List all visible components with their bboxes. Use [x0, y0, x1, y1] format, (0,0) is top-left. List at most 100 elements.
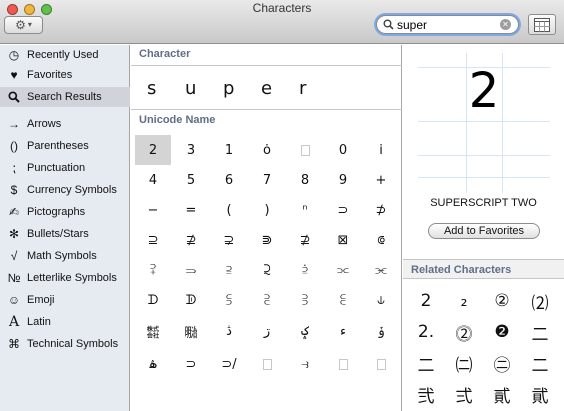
clear-search-icon[interactable]: ✕ [500, 19, 511, 30]
character-cell[interactable]: 1 [211, 135, 247, 165]
sidebar-item-currency-symbols[interactable]: $ Currency Symbols [0, 180, 130, 200]
character-cell[interactable] [249, 349, 285, 379]
character-cell[interactable]: 3 [173, 135, 209, 165]
typed-character[interactable]: r [299, 78, 306, 99]
character-palette-button[interactable] [528, 14, 556, 35]
typed-character[interactable]: u [185, 78, 196, 99]
character-cell[interactable]: ⊃ [173, 349, 209, 379]
character-cell[interactable]: ᗪ [135, 285, 171, 315]
character-cell[interactable]: ( [211, 195, 247, 225]
search-input[interactable] [396, 17, 500, 32]
character-cell[interactable]: ⁿ [287, 195, 323, 225]
character-cell[interactable]: ⊃/ [211, 349, 247, 379]
sidebar-item-punctuation[interactable]: ⁏ Punctuation [0, 158, 130, 178]
character-cell[interactable]: + [363, 165, 399, 195]
typed-character[interactable]: e [261, 78, 272, 99]
character-cell[interactable]: ⊠ [325, 225, 361, 255]
related-character-cell[interactable]: ⓶ [445, 317, 483, 347]
character-cell[interactable]: ㍿ [135, 316, 171, 346]
character-cell[interactable]: 4 [135, 165, 171, 195]
character-cell[interactable]: i [363, 135, 399, 165]
related-character-cell[interactable]: ㈡ [445, 348, 483, 378]
character-cell[interactable]: 5 [173, 165, 209, 195]
action-menu-button[interactable]: ⚙ ▾ [4, 16, 43, 34]
character-cell[interactable]: ⫝ [363, 285, 399, 315]
character-cell[interactable]: ᗫ [173, 285, 209, 315]
sidebar-item-bullets-stars[interactable]: ✻ Bullets/Stars [0, 224, 130, 244]
sidebar-item-recently-used[interactable]: ◷ Recently Used [0, 45, 130, 65]
character-cell[interactable]: ⫄ [287, 255, 323, 285]
character-cell[interactable]: ⫓ [211, 285, 247, 315]
character-cell[interactable]: ⊉ [173, 225, 209, 255]
related-character-cell[interactable]: 貮 [521, 379, 559, 409]
character-cell[interactable]: = [173, 195, 209, 225]
character-cell[interactable]: 0 [325, 135, 361, 165]
sidebar-item-favorites[interactable]: ♥ Favorites [0, 65, 130, 85]
sidebar-item-letterlike-symbols[interactable]: № Letterlike Symbols [0, 268, 130, 288]
character-cell[interactable]: ⫔ [249, 285, 285, 315]
search-field[interactable]: ✕ [376, 15, 519, 34]
character-cell[interactable] [287, 135, 323, 165]
arrow-icon: → [8, 117, 20, 131]
related-character-cell[interactable]: 二 [521, 317, 559, 347]
character-cell[interactable]: ء [325, 316, 361, 346]
related-character-cell[interactable]: 弐 [407, 379, 445, 409]
character-cell[interactable]: ⊇ [135, 225, 171, 255]
sidebar-item-math-symbols[interactable]: √ Math Symbols [0, 246, 130, 266]
sidebar-item-pictographs[interactable]: ✍ Pictographs [0, 202, 130, 222]
character-cell[interactable] [325, 349, 361, 379]
character-cell[interactable]: ⋑ [249, 225, 285, 255]
character-cell[interactable]: 8 [287, 165, 323, 195]
character-cell[interactable]: ۿ [135, 349, 171, 379]
character-cell[interactable]: ⊃ [325, 195, 361, 225]
character-cell[interactable]: ⥰ [173, 255, 209, 285]
character-cell[interactable]: ȯ [249, 135, 285, 165]
related-character-cell[interactable]: 二 [407, 348, 445, 378]
character-cell[interactable]: ) [249, 195, 285, 225]
related-character-cell[interactable]: ❷ [483, 317, 521, 347]
character-cell[interactable]: ⥽ [287, 349, 323, 379]
sidebar-item-latin[interactable]: A Latin [0, 312, 130, 332]
character-cell[interactable]: 6 [211, 165, 247, 195]
sidebar-item-parentheses[interactable]: () Parentheses [0, 136, 130, 156]
sidebar-item-arrows[interactable]: → Arrows [0, 114, 130, 134]
sidebar-item-technical-symbols[interactable]: ⌘ Technical Symbols [0, 334, 130, 354]
character-cell[interactable]: 7 [249, 165, 285, 195]
character-cell[interactable]: ㍾ [173, 316, 209, 346]
character-cell[interactable]: ⫀ [135, 255, 171, 285]
related-character-cell[interactable]: 2 [407, 286, 445, 316]
character-cell[interactable]: ⫈ [249, 255, 285, 285]
character-cell[interactable]: ⫘ [363, 255, 399, 285]
character-cell[interactable]: ڎ [211, 316, 247, 346]
character-cell[interactable]: ⫕ [325, 285, 361, 315]
add-to-favorites-button[interactable]: Add to Favorites [428, 223, 540, 239]
related-character-cell[interactable]: 弍 [445, 379, 483, 409]
related-character-cell[interactable]: 貳 [483, 379, 521, 409]
typed-character[interactable]: s [147, 78, 156, 99]
related-character-cell[interactable]: ② [483, 286, 521, 316]
character-cell[interactable]: ⟃ [363, 225, 399, 255]
character-cell[interactable]: 9 [325, 165, 361, 195]
related-character-cell[interactable]: ₂ [445, 286, 483, 316]
related-character-cell[interactable]: 2. [407, 317, 445, 347]
character-cell[interactable] [363, 349, 399, 379]
related-character-cell[interactable]: ㊁ [483, 348, 521, 378]
character-cell[interactable]: − [135, 195, 171, 225]
sidebar-item-label: Arrows [27, 118, 62, 130]
character-cell[interactable]: ݤ [287, 316, 323, 346]
character-cell[interactable]: ⊋ [211, 225, 247, 255]
character-cell[interactable]: ⫆ [211, 255, 247, 285]
related-character-cell[interactable]: ⑵ [521, 286, 559, 316]
typed-character[interactable]: p [223, 78, 234, 99]
gear-icon: ⚙ [15, 18, 26, 32]
character-cell[interactable]: ⫖ [287, 285, 323, 315]
character-cell[interactable]: ݸ [363, 316, 399, 346]
character-cell[interactable]: ⫗ [325, 255, 361, 285]
sidebar-item-emoji[interactable]: ☺ Emoji [0, 290, 130, 310]
character-cell[interactable]: ⊉ [287, 225, 323, 255]
sidebar-item-search-results[interactable]: Search Results [0, 87, 130, 107]
character-cell[interactable]: 2 [135, 135, 171, 165]
character-cell[interactable]: ڗ [249, 316, 285, 346]
character-cell[interactable]: ⊅ [363, 195, 399, 225]
related-character-cell[interactable]: 二 [521, 348, 559, 378]
